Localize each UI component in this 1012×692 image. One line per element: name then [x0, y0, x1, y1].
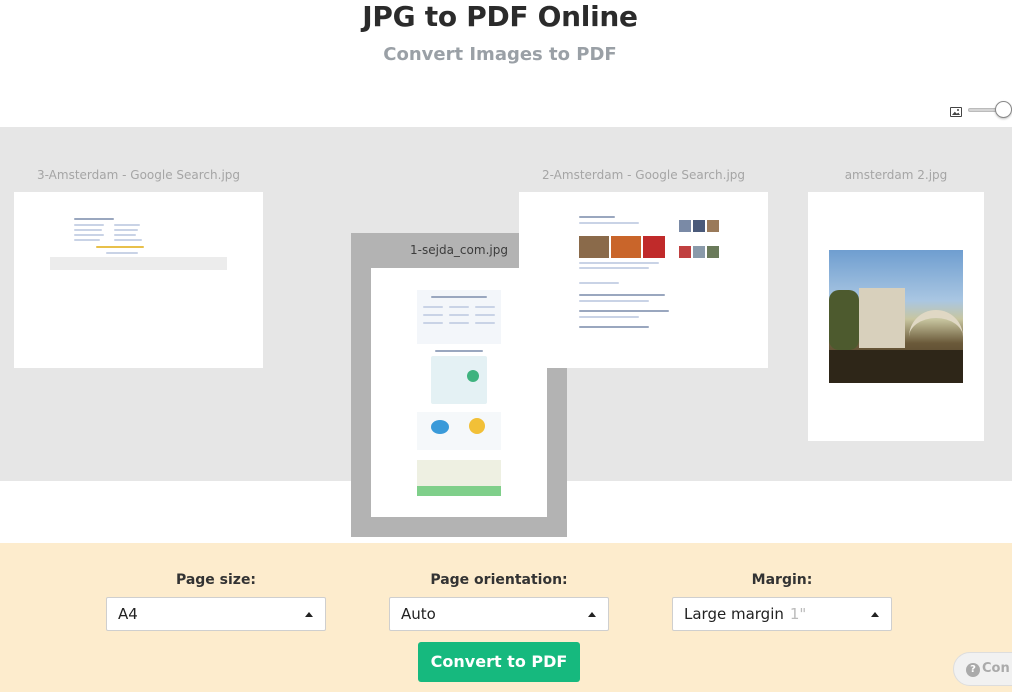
file-name: 3-Amsterdam - Google Search.jpg	[36, 168, 241, 182]
thumbnail-preview	[519, 192, 768, 368]
page-size-select[interactable]: A4	[106, 597, 326, 631]
margin-select[interactable]: Large margin 1"	[672, 597, 892, 631]
page-size-label: Page size:	[175, 572, 257, 588]
caret-up-icon	[588, 612, 596, 617]
page-title: JPG to PDF Online	[362, 0, 638, 33]
help-button[interactable]: ? Con	[953, 652, 1012, 686]
margin-value: Large margin	[684, 605, 784, 623]
zoom-control[interactable]	[948, 99, 1012, 119]
page-orientation-select[interactable]: Auto	[389, 597, 609, 631]
help-label: Con	[982, 661, 1010, 676]
caret-up-icon	[305, 612, 313, 617]
page-orientation-label: Page orientation:	[430, 572, 568, 588]
file-thumbnail[interactable]	[14, 192, 263, 368]
file-thumbnail[interactable]	[519, 192, 768, 368]
thumbnail-photo	[829, 250, 963, 383]
caret-up-icon	[871, 612, 879, 617]
file-thumbnail[interactable]	[808, 192, 984, 441]
thumbnail-preview	[417, 290, 501, 496]
page-orientation-value: Auto	[401, 605, 436, 623]
file-name: 2-Amsterdam - Google Search.jpg	[541, 168, 746, 182]
page-size-value: A4	[118, 605, 138, 623]
zoom-slider-handle[interactable]	[995, 101, 1012, 118]
thumbnail-preview	[14, 192, 263, 368]
file-name: amsterdam 2.jpg	[844, 168, 948, 182]
question-icon: ?	[966, 663, 980, 677]
margin-label: Margin:	[751, 572, 813, 588]
convert-to-pdf-button[interactable]: Convert to PDF	[418, 642, 580, 682]
image-icon	[950, 107, 962, 117]
margin-hint: 1"	[789, 605, 807, 623]
page-subtitle: Convert Images to PDF	[383, 44, 617, 65]
